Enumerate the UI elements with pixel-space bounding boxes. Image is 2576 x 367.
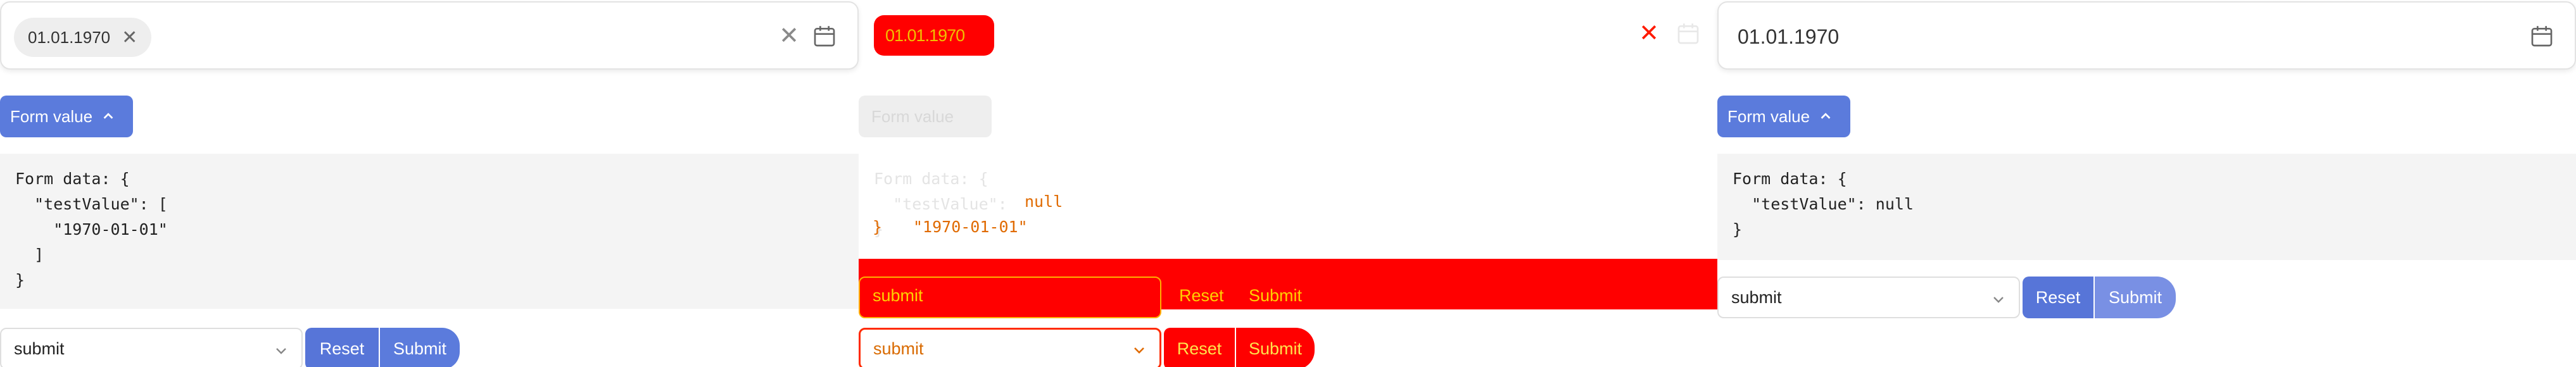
submit-type-select[interactable]: submit [0,328,303,367]
error-date-chip[interactable]: 01.01.1970 [874,15,994,56]
ghost-select-label: submit [873,286,923,305]
form-data-code: Form data: { "testValue": [ "1970-01-01"… [0,154,859,309]
date-chip-label: 01.01.1970 [28,27,111,47]
form-data-code: Form data: { "testValue": null } [1717,154,2576,260]
form-value-label: Form value [10,106,93,126]
diff-null: null [1025,192,1063,211]
form-value-toggle[interactable]: Form value [1717,96,1850,137]
form-value-toggle[interactable]: Form value [0,96,133,137]
date-input[interactable]: 01.01.1970 ✕ ✕ [0,1,859,70]
panel-multi-date: 01.01.1970 ✕ ✕ Form value Form data: { "… [0,0,859,367]
chevron-down-icon [1993,297,2004,303]
reset-button[interactable]: Reset [2023,277,2093,318]
chevron-up-icon [1821,113,1831,119]
select-value: submit [873,339,924,358]
ghost-submit-label: Submit [1249,286,1303,305]
select-value: submit [14,339,65,358]
submit-button[interactable]: Submit [2095,277,2176,318]
ghost-reset-label: Reset [1179,286,1224,305]
date-value: 01.01.1970 [1738,25,1840,48]
clear-close-icon[interactable]: ✕ [779,22,799,51]
select-value: submit [1731,287,1782,307]
date-chip[interactable]: 01.01.1970 ✕ [14,18,152,57]
form-value-label: Form value [871,106,954,126]
error-close-icon[interactable]: ✕ [1639,19,1659,48]
submit-type-select[interactable]: submit [1717,277,2020,318]
submit-type-select-error[interactable]: submit [859,328,1161,367]
calendar-icon[interactable] [1676,20,1701,47]
error-chip-label: 01.01.1970 [885,25,965,45]
panel-diff: 01.01.1970 ✕ Form value Form data: { "te… [859,0,1717,367]
diff-brace: } [873,218,883,236]
form-value-label: Form value [1727,106,1810,126]
diff-date: "1970-01-01" [913,218,1028,236]
date-input[interactable]: 01.01.1970 [1717,1,2576,70]
submit-button-error[interactable]: Submit [1236,328,1315,367]
reset-button-error[interactable]: Reset [1164,328,1235,367]
chevron-down-icon [1134,347,1144,354]
chip-close-icon[interactable]: ✕ [122,27,137,49]
panel-single-date: 01.01.1970 Form value Form data: { "test… [1717,0,2576,367]
form-value-toggle-ghost[interactable]: Form value [859,96,992,137]
chevron-down-icon [276,348,286,354]
chevron-up-icon [103,113,113,119]
submit-button[interactable]: Submit [380,328,460,367]
form-data-code-ghost: Form data: { "testValue": } [874,170,1007,239]
calendar-icon[interactable] [812,23,837,49]
calendar-icon[interactable] [2529,23,2554,49]
reset-button[interactable]: Reset [305,328,379,367]
